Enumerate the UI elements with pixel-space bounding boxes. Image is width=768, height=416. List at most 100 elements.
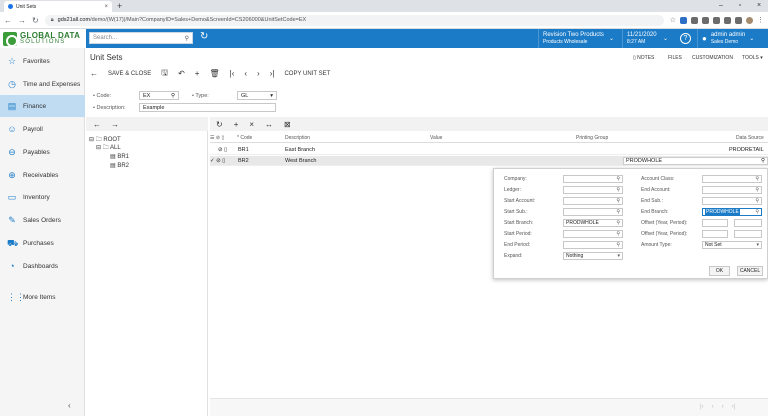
column-printing-group[interactable]: Printing Group (576, 135, 608, 141)
sidebar-item-dashboards[interactable]: ◔ Dashboards (0, 255, 85, 277)
sidebar-item-receivables[interactable]: ⊕ Receivables (0, 164, 85, 186)
last-page-icon[interactable]: ›| (732, 404, 736, 410)
sidebar-item-payroll[interactable]: ☺ Payroll (0, 118, 85, 140)
search-icon[interactable]: ⚲ (755, 176, 759, 182)
star-bookmark-icon[interactable]: ☆ (670, 16, 676, 24)
start-account-input[interactable]: ⚲ (563, 197, 623, 205)
end-account-input[interactable]: ⚲ (702, 186, 762, 194)
first-record-icon[interactable]: |‹ (230, 69, 235, 78)
sidebar-item-inventory[interactable]: ▭ Inventory (0, 186, 85, 208)
end-branch-input[interactable]: PRODWHOLE ⚲ (702, 208, 762, 216)
user-menu[interactable]: ● admin admin Sales Demo ⌄ (697, 29, 768, 48)
search-icon[interactable]: ⚲ (616, 231, 620, 237)
branch-selector[interactable]: Revision Two Products Products Wholesale… (538, 29, 618, 48)
offset-year-input[interactable] (702, 219, 728, 227)
start-branch-input[interactable]: PRODWHOLE ⚲ (563, 219, 623, 227)
sidebar-item-sales-orders[interactable]: ✎ Sales Orders (0, 209, 85, 231)
date-selector[interactable]: 11/21/2020 8:27 AM ⌄ (622, 29, 672, 48)
menu-icon[interactable]: ⋮ (757, 16, 764, 24)
fit-columns-icon[interactable]: ↔ (265, 120, 273, 129)
cell-code[interactable]: BR1 (238, 147, 249, 153)
next-page-icon[interactable]: › (722, 404, 724, 410)
forward-arrow-icon[interactable]: → (18, 16, 26, 25)
cell-description[interactable]: East Branch (285, 147, 315, 153)
extension-icon[interactable] (724, 16, 731, 24)
company-input[interactable]: ⚲ (563, 175, 623, 183)
edit-icon[interactable]: ⚲ (761, 158, 765, 164)
ok-button[interactable]: OK (709, 266, 730, 276)
sidebar-item-time-and-expenses[interactable]: ◷ Time and Expenses (0, 73, 85, 95)
customization-button[interactable]: CUSTOMIZATION (692, 55, 733, 61)
column-description[interactable]: Description (285, 135, 310, 141)
expand-select[interactable]: Nothing ▾ (563, 252, 623, 260)
column-data-source[interactable]: Data Source (736, 135, 764, 141)
extension-icon[interactable] (713, 16, 720, 24)
column-settings-icon[interactable]: ☰ ⊘ ▯ (210, 135, 224, 141)
minimize-icon[interactable]: – (712, 0, 730, 12)
sidebar-item-finance[interactable]: ▤ Finance (0, 95, 85, 117)
account-class-input[interactable]: ⚲ (702, 175, 762, 183)
tree-forward-icon[interactable]: → (111, 120, 119, 129)
browser-tab[interactable]: Unit Sets × (4, 1, 112, 12)
cell-description[interactable]: West Branch (285, 158, 316, 164)
puzzle-icon[interactable] (735, 16, 742, 24)
search-icon[interactable]: ⚲ (755, 209, 759, 215)
export-icon[interactable]: ⊠ (284, 120, 291, 129)
history-icon[interactable]: ↻ (200, 31, 208, 42)
close-tab-icon[interactable]: × (104, 4, 108, 10)
save-icon[interactable]: 🖫︎ (161, 67, 168, 81)
search-icon[interactable]: ⚲ (171, 93, 175, 99)
amount-type-select[interactable]: Not Set ▾ (702, 241, 762, 249)
collapse-sidebar-icon[interactable]: ‹ (68, 401, 71, 410)
notes-button[interactable]: ▯ NOTES (633, 55, 654, 61)
offset-period-input-2[interactable] (734, 230, 762, 238)
description-input[interactable]: Example (139, 103, 276, 112)
last-record-icon[interactable]: ›| (270, 69, 275, 78)
copy-unit-set-button[interactable]: COPY UNIT SET (284, 71, 330, 77)
next-record-icon[interactable]: › (257, 69, 260, 78)
maximize-icon[interactable]: ▫ (731, 0, 749, 12)
delete-row-icon[interactable]: × (249, 120, 254, 129)
code-input[interactable]: EX ⚲ (139, 91, 179, 100)
prev-page-icon[interactable]: ‹ (712, 404, 714, 410)
start-period-input[interactable]: ⚲ (563, 230, 623, 238)
column-value[interactable]: Value (430, 135, 442, 141)
add-icon[interactable]: + (195, 69, 200, 78)
extension-icon[interactable] (680, 16, 687, 24)
start-sub-input[interactable]: ⚲ (563, 208, 623, 216)
extension-icon[interactable] (691, 16, 698, 24)
search-icon[interactable]: ⚲ (755, 187, 759, 193)
tools-button[interactable]: TOOLS ▾ (742, 55, 763, 61)
cell-code[interactable]: BR2 (238, 158, 249, 164)
tree-node-br1[interactable]: ▤ BR1 (110, 153, 129, 160)
ledger-input[interactable]: ⚲ (563, 186, 623, 194)
cancel-button[interactable]: CANCEL (737, 266, 763, 276)
profile-avatar[interactable] (746, 16, 753, 24)
end-period-input[interactable]: ⚲ (563, 241, 623, 249)
data-source-input[interactable]: PRODWHOLE ⚲ (623, 157, 768, 165)
tree-node-all[interactable]: ⊟ 🗀︎ ALL (96, 143, 121, 153)
sidebar-item-purchases[interactable]: ⛟ Purchases (0, 232, 85, 254)
files-button[interactable]: FILES (668, 55, 682, 61)
end-sub-input[interactable]: ⚲ (702, 197, 762, 205)
company-logo[interactable]: GLOBAL DATA SOLUTIONS (0, 29, 86, 48)
first-page-icon[interactable]: |‹ (700, 404, 704, 410)
tree-back-icon[interactable]: ← (93, 120, 101, 129)
help-icon[interactable]: ? (680, 33, 691, 44)
new-tab-button[interactable]: + (117, 1, 122, 11)
delete-icon[interactable]: 🗑︎ (209, 69, 219, 78)
search-icon[interactable]: ⚲ (616, 220, 620, 226)
cell-data-source[interactable]: PRODRETAIL (729, 147, 764, 153)
search-icon[interactable]: ⚲ (616, 187, 620, 193)
search-icon[interactable]: ⚲ (616, 198, 620, 204)
extension-icon[interactable] (702, 16, 709, 24)
type-select[interactable]: GL ▾ (237, 91, 277, 100)
table-row-selected[interactable]: ✓ ⊘ ▯ BR2 West Branch PRODWHOLE ⚲ (210, 156, 768, 166)
back-arrow-icon[interactable]: ← (4, 16, 12, 25)
search-icon[interactable]: ⚲ (616, 209, 620, 215)
back-icon[interactable]: ← (90, 69, 98, 78)
search-icon[interactable]: ⚲ (616, 242, 620, 248)
undo-icon[interactable]: ↶ (178, 69, 185, 78)
search-icon[interactable]: ⚲ (616, 176, 620, 182)
offset-year-input-2[interactable] (702, 230, 728, 238)
